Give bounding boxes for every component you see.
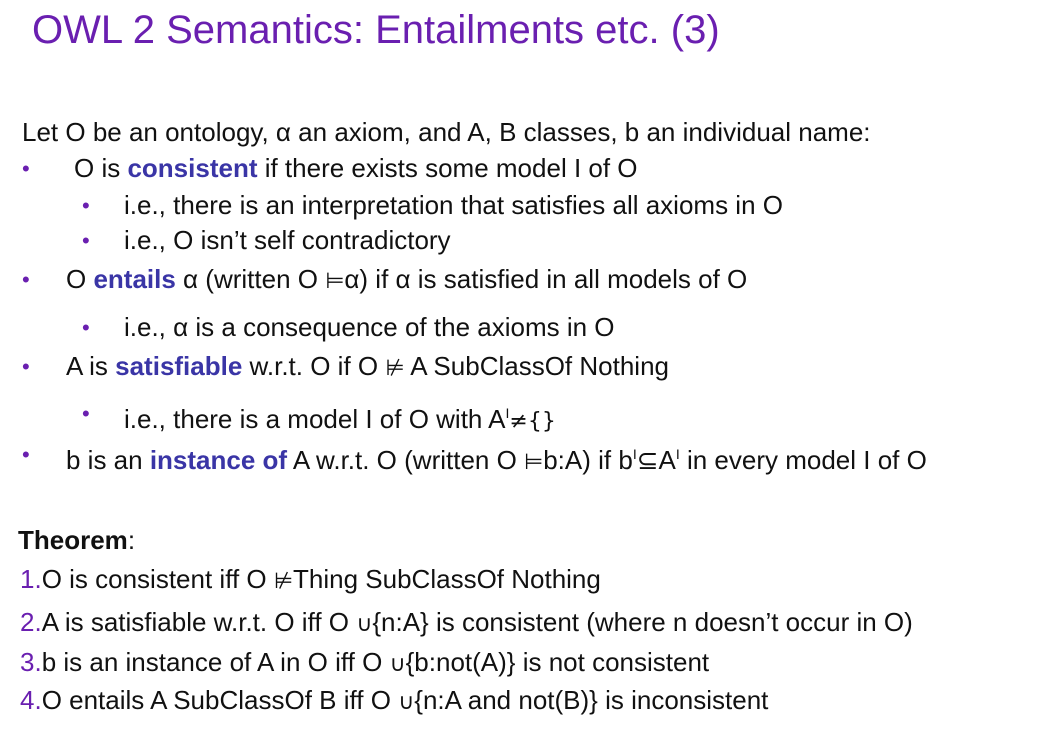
- bullet: •: [22, 442, 30, 467]
- intro-text: Let O be an ontology, α an axiom, and A,…: [22, 117, 871, 147]
- not-entails-symbol: ⊭: [385, 356, 405, 381]
- theorem-item: 3.b is an instance of A in O iff O ∪{b:n…: [20, 647, 710, 677]
- bullet: •: [22, 354, 30, 379]
- satisfiable-item: A is satisfiable w.r.t. O if O ⊭ A SubCl…: [66, 351, 669, 381]
- bullet: •: [82, 401, 90, 426]
- bullet: •: [82, 228, 90, 253]
- entails-item: O entails α (written O ⊨α) if α is satis…: [66, 264, 748, 294]
- instance-item: b is an instance of A w.r.t. O (written …: [66, 445, 927, 475]
- theorem-heading: Theorem:: [18, 525, 136, 555]
- bullet: •: [22, 156, 30, 181]
- consistent-sub1: i.e., there is an interpretation that sa…: [124, 190, 783, 220]
- entails-symbol: ⊨: [325, 269, 345, 294]
- instance-keyword: instance of: [149, 445, 288, 475]
- bullet: •: [82, 193, 90, 218]
- consistent-keyword: consistent: [127, 153, 258, 183]
- slide-title: OWL 2 Semantics: Entailments etc. (3): [32, 8, 720, 52]
- theorem-item: 1.O is consistent iff O ⊭Thing SubClassO…: [20, 564, 601, 594]
- entails-keyword: entails: [93, 264, 176, 294]
- satisfiable-keyword: satisfiable: [115, 351, 243, 381]
- theorem-item: 2.A is satisfiable w.r.t. O iff O ∪{n:A}…: [20, 607, 913, 637]
- entails-sub1: i.e., α is a consequence of the axioms i…: [124, 312, 615, 342]
- theorem-item: 4.O entails A SubClassOf B iff O ∪{n:A a…: [20, 685, 769, 715]
- bullet: •: [82, 315, 90, 340]
- consistent-item: O is consistent if there exists some mod…: [74, 153, 638, 183]
- consistent-sub2: i.e., O isn’t self contradictory: [124, 225, 451, 255]
- satisfiable-sub1: i.e., there is a model I of O with AI≠{}: [124, 404, 556, 434]
- entails-symbol: ⊨: [524, 450, 544, 475]
- bullet: •: [22, 267, 30, 292]
